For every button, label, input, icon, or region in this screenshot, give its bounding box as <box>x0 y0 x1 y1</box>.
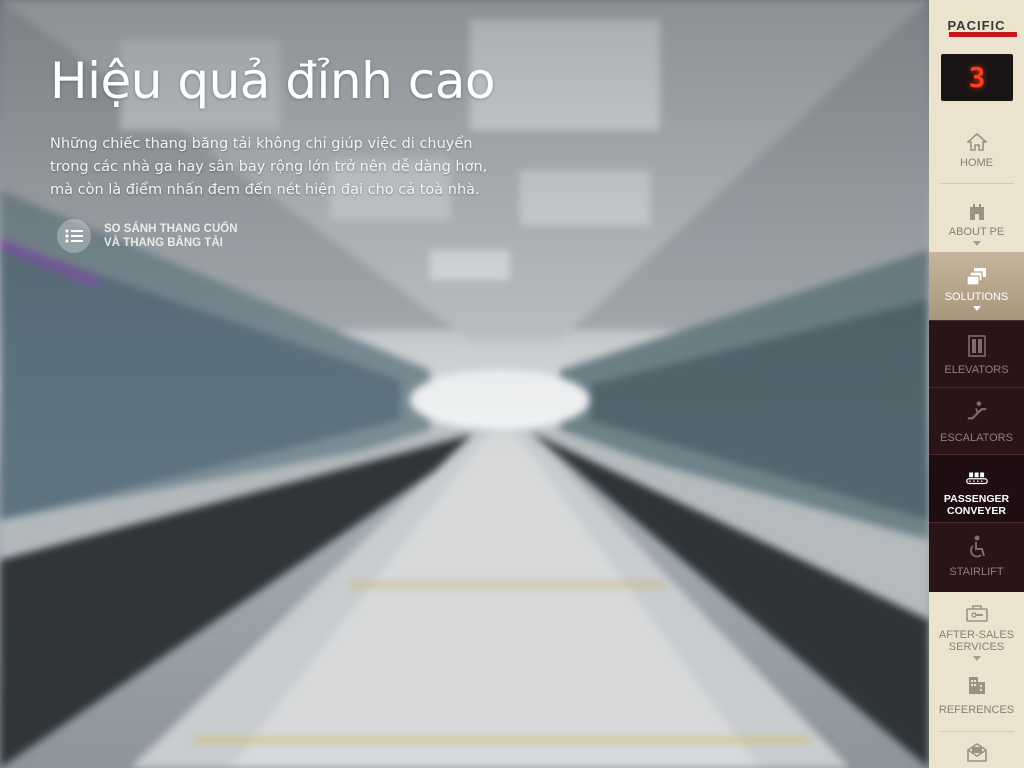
chevron-down-icon <box>972 306 981 311</box>
nav-after-sales-services[interactable]: AFTER-SALES SERVICES <box>929 592 1024 662</box>
escalator-icon <box>966 400 988 422</box>
description-line: trong các nhà ga hay sân bay rộng lớn tr… <box>50 159 488 175</box>
compare-link-label[interactable]: SO SÁNH THANG CUỐN VÀ THANG BĂNG TẢI <box>104 222 238 250</box>
list-icon[interactable] <box>57 219 91 253</box>
compare-escalator-conveyer-link[interactable]: SO SÁNH THANG CUỐN VÀ THANG BĂNG TẢI <box>57 219 238 253</box>
logo-text[interactable]: PACIFIC <box>947 18 1018 37</box>
nav-contact[interactable] <box>929 732 1024 768</box>
description-line: Những chiếc thang băng tải không chỉ giú… <box>50 136 473 152</box>
nav-passenger-conveyer[interactable]: PASSENGER CONVEYER <box>929 454 1024 522</box>
conveyer-icon <box>965 467 988 489</box>
city-icon <box>966 674 988 696</box>
hero-description: Những chiếc thang băng tải không chỉ giú… <box>50 133 510 202</box>
pacific-elevator-logo[interactable]: PACIFIC <box>929 0 1024 50</box>
nav-escalators[interactable]: ESCALATORS <box>929 387 1024 454</box>
compare-link-line[interactable]: VÀ THANG BĂNG TẢI <box>104 236 238 250</box>
home-icon <box>966 131 988 153</box>
nav-label: SOLUTIONS <box>944 291 1009 303</box>
nav-references[interactable]: REFERENCES <box>929 662 1024 730</box>
nav-label: ELEVATORS <box>944 364 1009 376</box>
nav-elevators[interactable]: ELEVATORS <box>929 320 1024 387</box>
nav-label: ESCALATORS <box>940 432 1013 444</box>
nav-home[interactable]: HOME <box>929 120 1024 182</box>
nav-label: SERVICES <box>948 641 1005 653</box>
nav-label: CONVEYER <box>947 505 1006 517</box>
hero-background <box>0 0 929 768</box>
chevron-down-icon <box>972 241 981 246</box>
nav-label: PASSENGER <box>943 493 1010 505</box>
hero-shade <box>0 0 929 768</box>
building-icon <box>966 201 988 223</box>
logo-subbar <box>949 31 1018 37</box>
nav-solutions[interactable]: SOLUTIONS <box>929 252 1024 320</box>
nav-label: AFTER-SALES <box>938 629 1015 641</box>
main-sidebar: PACIFIC 3 HOME ABOUT PE SOLUTIONS ELEVAT… <box>929 0 1024 768</box>
compare-link-line[interactable]: SO SÁNH THANG CUỐN <box>104 222 238 236</box>
toolbox-icon <box>965 602 988 624</box>
nav-label: REFERENCES <box>938 704 1015 716</box>
nav-label: HOME <box>960 157 993 169</box>
mail-icon <box>966 741 988 763</box>
nav-label: STAIRLIFT <box>949 566 1004 578</box>
layers-icon <box>965 266 988 288</box>
chevron-down-icon <box>972 656 981 661</box>
description-line: mà còn là điểm nhấn đem đến nét hiện đại… <box>50 182 480 198</box>
page-title: Hiệu quả đỉnh cao <box>50 52 495 110</box>
elevator-icon <box>966 335 988 357</box>
nav-label: ABOUT PE <box>948 226 1005 238</box>
nav-about-pe[interactable]: ABOUT PE <box>929 184 1024 252</box>
nav-stairlift[interactable]: STAIRLIFT <box>929 522 1024 592</box>
stairlift-icon <box>966 535 988 558</box>
floor-indicator: 3 <box>941 54 1013 101</box>
